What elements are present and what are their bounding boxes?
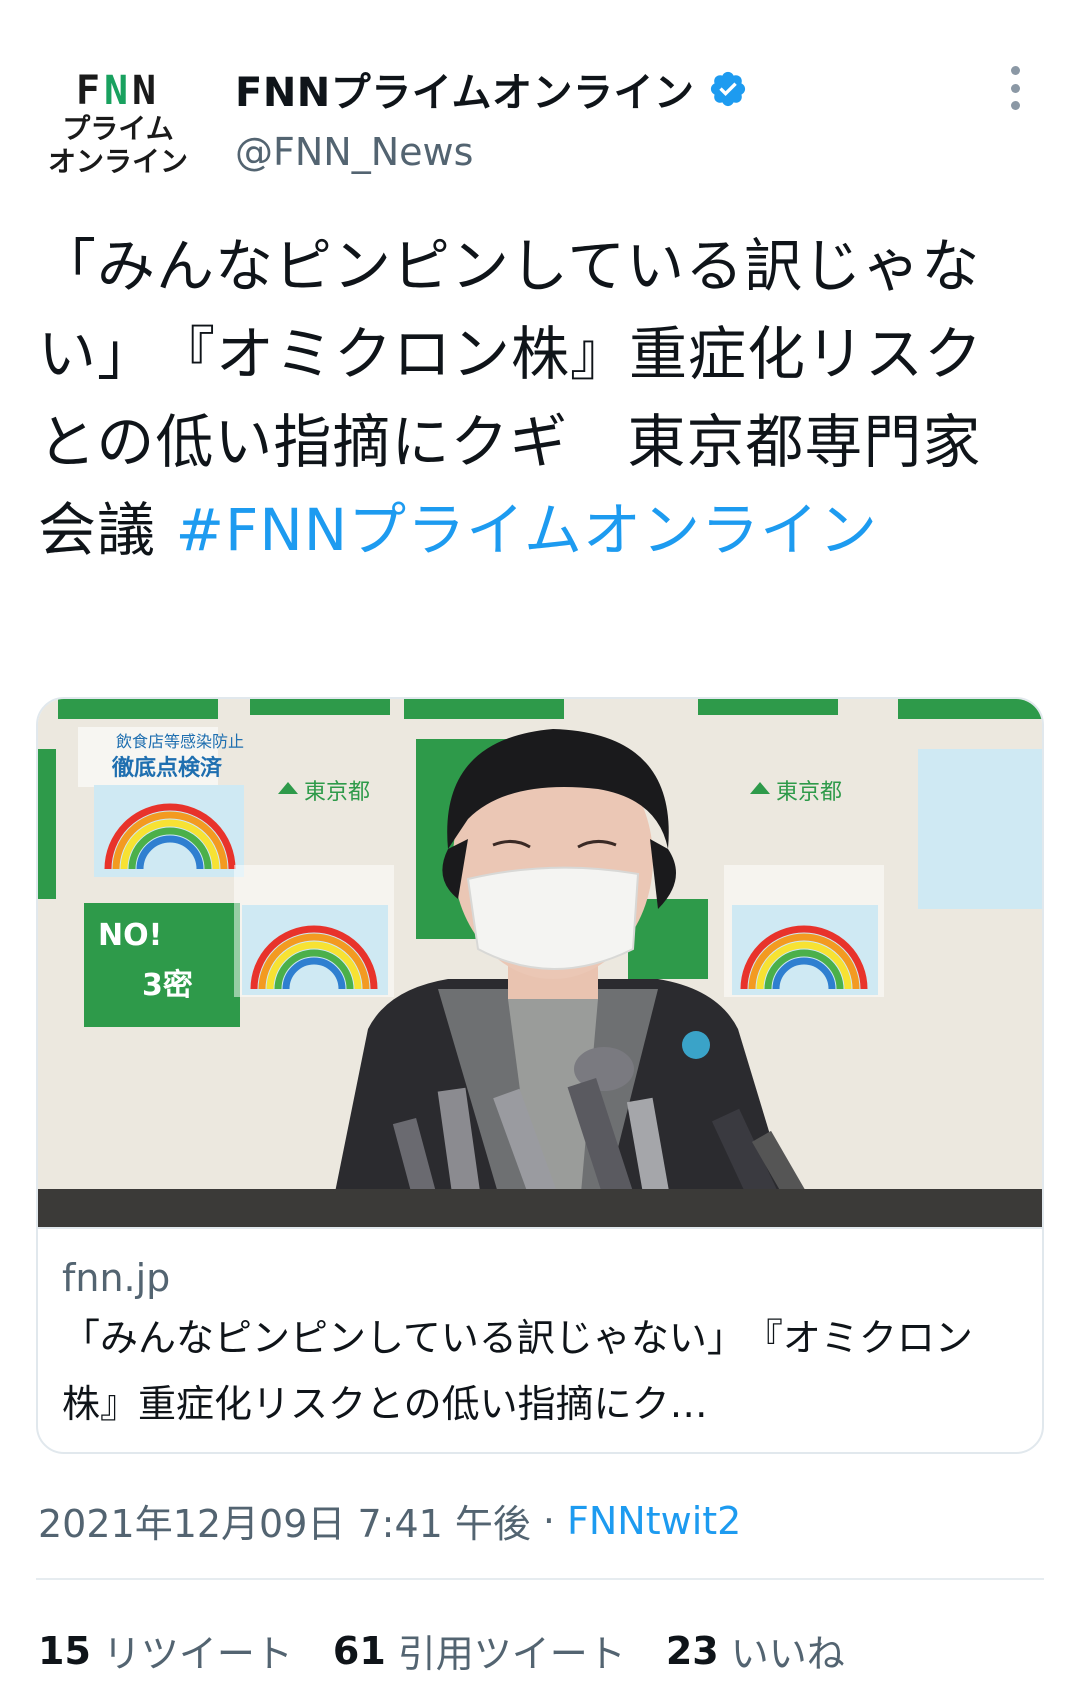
no-label: NO!: [98, 918, 162, 953]
retweets-label: リツイート: [102, 1632, 293, 1676]
card-domain: fnn.jp: [62, 1256, 171, 1300]
avatar-logo-line2: プライム: [62, 112, 174, 145]
tokyo-logo-left: 東京都: [304, 780, 370, 805]
avatar-logo-line3: オンライン: [47, 145, 188, 178]
timestamp-row: 2021年12月09日 7:41 午後 · FNNtwit2: [38, 1493, 741, 1548]
divider: [36, 1578, 1044, 1580]
press-conference-photo: 飲食店等感染防止 徹底点検済 NO! 3密 東京都 東京都: [38, 699, 1042, 1227]
card-title: 「みんなピンピンしている訳じゃない」 『オミクロン株』重症化リスクとの低い指摘に…: [62, 1316, 973, 1426]
display-name[interactable]: FNNプライムオンライン: [235, 60, 694, 118]
retweets-stat[interactable]: 15 リツイート: [38, 1623, 293, 1678]
card-image: 飲食店等感染防止 徹底点検済 NO! 3密 東京都 東京都: [38, 699, 1042, 1227]
handle[interactable]: @FNN_News: [235, 130, 473, 174]
poster-title-left: 徹底点検済: [111, 755, 223, 781]
tweet-header: FNN プライム オンライン FNNプライムオンライン @FNN_News: [0, 0, 1079, 200]
verified-badge-icon: [711, 71, 746, 107]
likes-count: 23: [665, 1628, 719, 1673]
link-card[interactable]: 飲食店等感染防止 徹底点検済 NO! 3密 東京都 東京都 fnn.jp 「みん…: [36, 697, 1044, 1454]
retweets-count: 15: [38, 1628, 91, 1673]
likes-label: いいね: [730, 1632, 845, 1676]
quotes-count: 61: [332, 1628, 386, 1673]
avatar[interactable]: FNN プライム オンライン: [42, 48, 194, 200]
source-link[interactable]: FNNtwit2: [567, 1499, 741, 1543]
quotes-label: 引用ツイート: [397, 1632, 626, 1676]
tokyo-logo-right: 東京都: [776, 780, 842, 805]
timestamp[interactable]: 2021年12月09日 7:41 午後: [38, 1493, 531, 1548]
card-meta: fnn.jp 「みんなピンピンしている訳じゃない」 『オミクロン株』重症化リスク…: [38, 1227, 1042, 1452]
hashtag-link[interactable]: #FNNプライムオンライン: [175, 496, 878, 564]
more-options-icon[interactable]: [1000, 66, 1030, 110]
name-row: FNNプライムオンライン: [235, 60, 748, 118]
likes-stat[interactable]: 23 いいね: [666, 1623, 845, 1678]
quotes-stat[interactable]: 61 引用ツイート: [333, 1623, 626, 1678]
tweet-text: 「みんなピンピンしている訳じゃない」 『オミクロン株』重症化リスクとの低い指摘に…: [38, 222, 1038, 574]
separator-dot: ·: [542, 1498, 555, 1543]
sanmitsu-label: 3密: [142, 968, 193, 1003]
poster-caption-left: 飲食店等感染防止: [116, 732, 244, 751]
avatar-logo-line1: FNN: [75, 68, 161, 114]
stats-row: 15 リツイート 61 引用ツイート 23 いいね: [38, 1623, 885, 1678]
